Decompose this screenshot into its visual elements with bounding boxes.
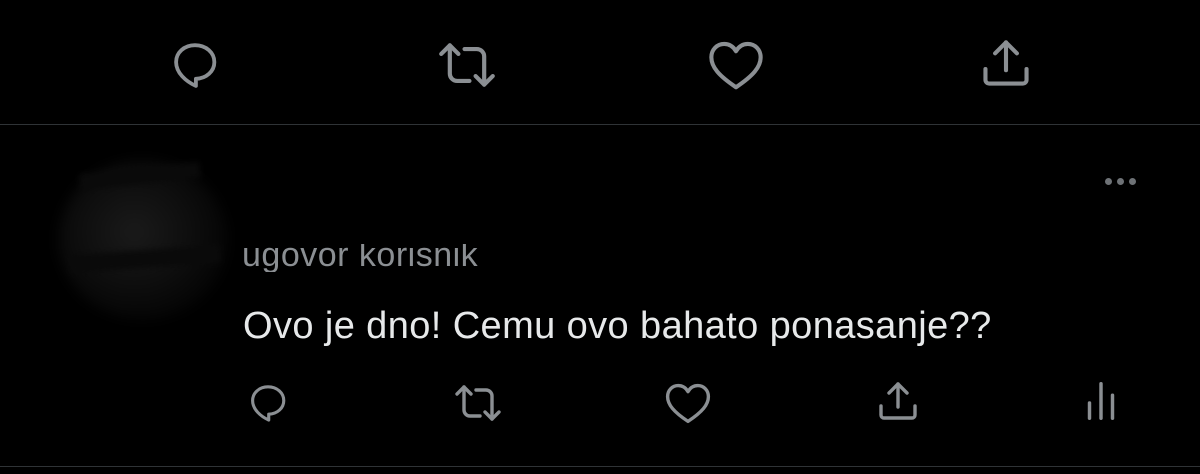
reply-bubble-icon bbox=[174, 43, 217, 88]
heart-icon bbox=[665, 383, 711, 424]
share-upload-icon bbox=[983, 40, 1029, 86]
redaction-mark bbox=[258, 174, 788, 192]
retweet-icon bbox=[439, 43, 495, 87]
more-horizontal-icon-dot bbox=[1128, 177, 1136, 185]
share-upload-icon bbox=[879, 382, 917, 420]
reply-bubble-icon bbox=[251, 385, 286, 422]
reply-reply-button[interactable] bbox=[240, 378, 296, 428]
replying-to-line[interactable]: ugovor korisnik bbox=[242, 226, 982, 272]
reply-like-button[interactable] bbox=[660, 378, 716, 428]
like-button[interactable] bbox=[702, 34, 770, 96]
redaction-mark bbox=[642, 240, 982, 272]
share-button[interactable] bbox=[972, 32, 1040, 94]
more-horizontal-icon-dot bbox=[1116, 177, 1124, 185]
retweet-button[interactable] bbox=[430, 34, 504, 96]
main-tweet-action-bar bbox=[0, 0, 1200, 124]
reply-share-button[interactable] bbox=[870, 376, 926, 426]
divider-top bbox=[0, 124, 1200, 125]
retweet-icon bbox=[455, 385, 501, 421]
heart-icon bbox=[709, 41, 763, 90]
divider-bottom bbox=[0, 466, 1200, 467]
author-name-redacted[interactable] bbox=[258, 152, 788, 192]
analytics-bars-icon bbox=[1087, 382, 1115, 420]
more-options-button[interactable] bbox=[1096, 168, 1144, 194]
reply-analytics-button[interactable] bbox=[1078, 376, 1124, 426]
reply-retweet-button[interactable] bbox=[448, 378, 508, 428]
reply-text: Ovo je dno! Cemu ovo bahato ponasanje?? bbox=[243, 305, 992, 347]
reply-button[interactable] bbox=[160, 34, 230, 96]
more-horizontal-icon-dot bbox=[1104, 177, 1112, 185]
